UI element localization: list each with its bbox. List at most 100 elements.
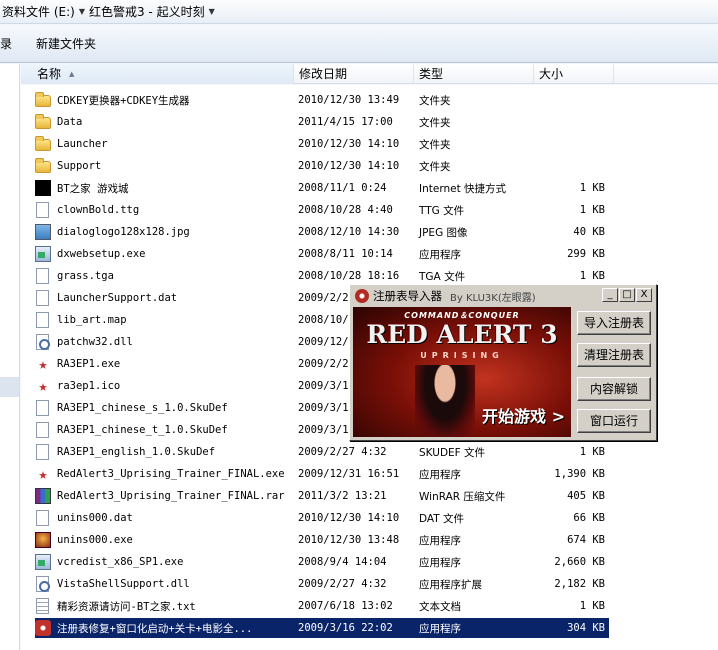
file-date: 2011/3/2 13:21 [298, 490, 387, 502]
file-row[interactable]: Data 2011/4/15 17:00 文件夹 [35, 112, 609, 132]
minimize-button[interactable]: _ [602, 288, 618, 302]
file-size: 1 KB [579, 446, 605, 458]
file-type: TGA 文件 [419, 270, 466, 283]
file-name: RedAlert3_Uprising_Trainer_FINAL.rar [57, 490, 285, 502]
chevron-down-icon[interactable]: ▼ [79, 7, 85, 16]
file-type: 应用程序扩展 [419, 578, 482, 591]
unlock-content-button[interactable]: 内容解锁 [577, 377, 651, 401]
file-size: 2,182 KB [554, 578, 605, 590]
file-row[interactable]: clownBold.ttg 2008/10/28 4:40 TTG 文件 1 KB [35, 200, 609, 220]
file-type: 应用程序 [419, 248, 461, 261]
file-type: WinRAR 压缩文件 [419, 490, 506, 503]
file-row[interactable]: ★ RedAlert3_Uprising_Trainer_FINAL.exe 200… [35, 464, 609, 484]
application-icon [35, 246, 51, 262]
red-star-icon: ★ [38, 355, 48, 373]
file-row[interactable]: CDKEY更换器+CDKEY生成器 2010/12/30 13:49 文件夹 [35, 90, 609, 110]
file-date: 2009/3/15 [298, 424, 355, 436]
maximize-button[interactable]: □ [619, 288, 635, 302]
nav-selected-item[interactable] [0, 377, 19, 397]
file-type: DAT 文件 [419, 512, 465, 525]
file-date: 2008/11/1 0:24 [298, 182, 387, 194]
window-title-bar[interactable]: 注册表导入器 By KLU3K(左眼露) _ □ X [351, 286, 655, 306]
breadcrumb-label: 资料文件 (E:) [2, 5, 75, 19]
file-size: 1,390 KB [554, 468, 605, 480]
file-date: 2010/12/30 13:49 [298, 94, 400, 106]
sort-ascending-icon: ▲ [69, 70, 75, 78]
navigation-pane[interactable] [0, 64, 20, 650]
column-size[interactable]: 大小 [534, 64, 614, 84]
file-type: 应用程序 [419, 468, 461, 481]
file-row[interactable]: Support 2010/12/30 14:10 文件夹 [35, 156, 609, 176]
file-row[interactable]: 精彩资源请访问-BT之家.txt 2007/6/18 13:02 文本文档 1 KB [35, 596, 609, 616]
file-date: 2010/12/30 14:10 [298, 138, 400, 150]
document-icon [36, 290, 49, 306]
file-date: 2008/12/10 14:30 [298, 226, 400, 238]
file-row[interactable]: unins000.exe 2010/12/30 13:48 应用程序 674 KB [35, 530, 609, 550]
file-type: 文本文档 [419, 600, 461, 613]
file-type: TTG 文件 [419, 204, 465, 217]
file-row[interactable]: vcredist_x86_SP1.exe 2008/9/4 14:04 应用程序 2,… [35, 552, 609, 572]
clean-registry-button[interactable]: 清理注册表 [577, 343, 651, 367]
shortcut-icon [35, 180, 51, 196]
file-name: patchw32.dll [57, 336, 133, 348]
close-button[interactable]: X [636, 288, 652, 302]
red-star-icon: ★ [38, 377, 48, 395]
toolbar-partial-button[interactable]: 录 [0, 32, 18, 55]
column-name[interactable]: 名称 ▲ [21, 64, 294, 84]
file-name: vcredist_x86_SP1.exe [57, 556, 184, 568]
file-row[interactable]: dxwebsetup.exe 2008/8/11 10:14 应用程序 299 KB [35, 244, 609, 264]
file-row[interactable]: unins000.dat 2010/12/30 14:10 DAT 文件 66 KB [35, 508, 609, 528]
file-name: clownBold.ttg [57, 204, 140, 216]
file-size: 2,660 KB [554, 556, 605, 568]
application-icon [35, 554, 51, 570]
winrar-icon [35, 488, 51, 504]
window-mode-button[interactable]: 窗口运行 [577, 409, 651, 433]
import-registry-button[interactable]: 导入注册表 [577, 311, 651, 335]
file-size: 304 KB [567, 622, 605, 634]
file-name: RA3EP1_chinese_t_1.0.SkuDef [57, 424, 228, 436]
column-date[interactable]: 修改日期 [294, 64, 414, 84]
file-row[interactable]: RedAlert3_Uprising_Trainer_FINAL.rar 2011… [35, 486, 609, 506]
file-date: 2009/2/27 [298, 358, 355, 370]
chevron-down-icon[interactable]: ▼ [209, 7, 215, 16]
file-row[interactable]: VistaShellSupport.dll 2009/2/27 4:32 应用程序扩… [35, 574, 609, 594]
file-name: 精彩资源请访问-BT之家.txt [57, 600, 196, 613]
folder-icon [35, 92, 51, 107]
document-icon [36, 312, 49, 328]
file-type: 文件夹 [419, 94, 451, 107]
file-row[interactable]: 注册表修复+窗口化启动+关卡+电影全... 2009/3/16 22:02 应用程序… [35, 618, 609, 638]
file-row[interactable]: Launcher 2010/12/30 14:10 文件夹 [35, 134, 609, 154]
file-type: 文件夹 [419, 160, 451, 173]
file-date: 2010/12/30 14:10 [298, 512, 400, 524]
file-name: 注册表修复+窗口化启动+关卡+电影全... [57, 622, 253, 635]
document-icon [36, 444, 49, 460]
new-folder-button[interactable]: 新建文件夹 [30, 32, 102, 55]
character-artwork [415, 365, 475, 437]
file-size: 66 KB [573, 512, 605, 524]
address-bar[interactable]: 资料文件 (E:) ▼ 红色警戒3 - 起义时刻 ▼ [0, 0, 718, 24]
document-icon [36, 422, 49, 438]
file-name: unins000.dat [57, 512, 133, 524]
game-banner[interactable]: COMMAND＆CONQUER RED ALERT 3 UPRISING 开始游… [353, 307, 571, 437]
breadcrumb-drive[interactable]: 资料文件 (E:) ▼ [0, 1, 87, 23]
start-game-button[interactable]: 开始游戏 > [482, 403, 565, 427]
window-title: 注册表导入器 [373, 289, 442, 303]
registry-importer-window[interactable]: 注册表导入器 By KLU3K(左眼露) _ □ X COMMAND＆CONQU… [349, 284, 657, 441]
document-icon [36, 268, 49, 284]
registry-app-icon [35, 620, 51, 636]
column-type[interactable]: 类型 [414, 64, 534, 84]
file-row[interactable]: grass.tga 2008/10/28 18:16 TGA 文件 1 KB [35, 266, 609, 286]
file-type: 应用程序 [419, 534, 461, 547]
document-icon [36, 510, 49, 526]
column-header: 名称 ▲ 修改日期 类型 大小 [21, 64, 718, 84]
file-name: RA3EP1.exe [57, 358, 121, 370]
game-icon [35, 532, 51, 548]
breadcrumb-folder[interactable]: 红色警戒3 - 起义时刻 ▼ [87, 1, 217, 23]
file-date: 2009/2/27 4:32 [298, 446, 387, 458]
file-row[interactable]: RA3EP1_english_1.0.SkuDef 2009/2/27 4:32 S… [35, 442, 609, 462]
folder-icon [35, 158, 51, 173]
file-date: 2010/12/30 13:48 [298, 534, 400, 546]
file-row[interactable]: BT之家 游戏城 2008/11/1 0:24 Internet 快捷方式 1 KB [35, 178, 609, 198]
file-type: 文件夹 [419, 116, 451, 129]
file-row[interactable]: dialoglogo128x128.jpg 2008/12/10 14:30 JPE… [35, 222, 609, 242]
